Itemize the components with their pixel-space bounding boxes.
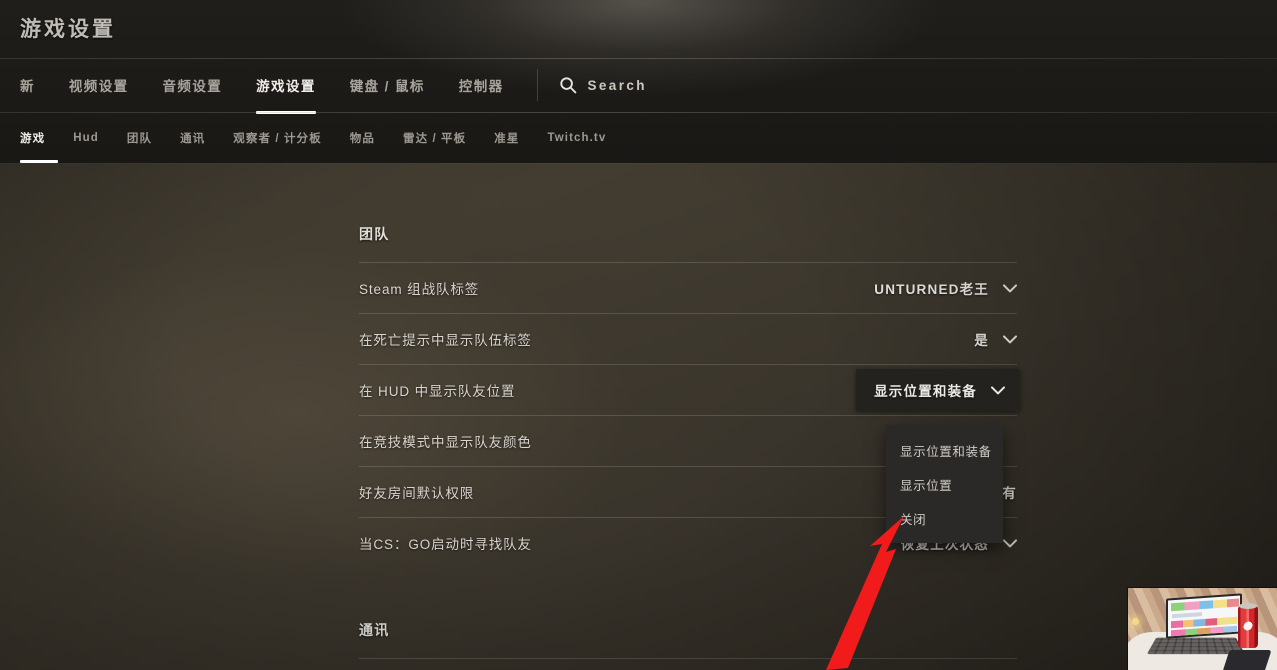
nav-divider xyxy=(536,69,538,101)
row-separator xyxy=(359,658,1017,659)
setting-label: 好友房间默认权限 xyxy=(359,486,475,501)
dropdown-menu-show-teammate-position-hud[interactable]: 显示位置和装备 显示位置 关闭 xyxy=(886,425,1003,543)
header-zone: 游戏设置 新 视频设置 音频设置 游戏设置 键盘 / 鼠标 控制器 Search xyxy=(0,0,1277,164)
setting-dropdown-steam-clan-tag[interactable]: UNTURNED老王 xyxy=(874,278,1017,298)
main-nav: 新 视频设置 音频设置 游戏设置 键盘 / 鼠标 控制器 Search xyxy=(0,58,1277,114)
subnav-item-crosshair[interactable]: 准星 xyxy=(480,112,533,163)
setting-dropdown-show-team-tag-death-notice[interactable]: 是 xyxy=(974,329,1017,349)
dropdown-option-show-position-and-equipment[interactable]: 显示位置和装备 xyxy=(886,433,1003,467)
content-zone: 团队 Steam 组战队标签 UNTURNED老王 在死亡提示中显示队伍标签 是… xyxy=(0,164,1277,670)
subnav-item-communication[interactable]: 通讯 xyxy=(166,112,219,163)
search-icon xyxy=(559,76,577,94)
subnav-item-team[interactable]: 团队 xyxy=(113,112,166,163)
section-title-team: 团队 xyxy=(359,226,390,242)
setting-label: 在死亡提示中显示队伍标签 xyxy=(359,333,532,348)
setting-row-steam-clan-tag[interactable]: Steam 组战队标签 UNTURNED老王 xyxy=(359,263,1017,313)
chevron-down-icon xyxy=(991,385,1005,395)
subnav-item-spectator-scoreboard[interactable]: 观察者 / 计分板 xyxy=(219,112,336,163)
setting-value: UNTURNED老王 xyxy=(874,282,989,297)
setting-label: 当CS：GO启动时寻找队友 xyxy=(359,537,532,552)
title-bar: 游戏设置 xyxy=(0,0,1277,58)
dropdown-option-show-position[interactable]: 显示位置 xyxy=(886,467,1003,501)
nav-item-audio-settings[interactable]: 音频设置 xyxy=(146,58,240,112)
subnav-item-hud[interactable]: Hud xyxy=(59,112,113,163)
setting-dropdown-show-teammate-position-hud[interactable]: 显示位置和装备 xyxy=(856,369,1020,411)
setting-value: 是 xyxy=(974,333,989,348)
game-settings-window: 游戏设置 新 视频设置 音频设置 游戏设置 键盘 / 鼠标 控制器 Search xyxy=(0,0,1277,670)
dropdown-option-off[interactable]: 关闭 xyxy=(886,501,1003,535)
setting-label: 在竞技模式中显示队友颜色 xyxy=(359,435,532,450)
setting-row-show-teammate-position-hud[interactable]: 在 HUD 中显示队友位置 显示位置和装备 xyxy=(359,365,1020,415)
thumbnail-laptop-screen xyxy=(1166,593,1242,639)
subnav-item-twitch[interactable]: Twitch.tv xyxy=(533,112,620,163)
nav-item-game-settings[interactable]: 游戏设置 xyxy=(239,58,333,114)
setting-label: Steam 组战队标签 xyxy=(359,282,480,297)
sub-nav: 游戏 Hud 团队 通讯 观察者 / 计分板 物品 雷达 / 平板 准星 Twi… xyxy=(0,112,1277,163)
section-title-communication: 通讯 xyxy=(359,622,390,638)
nav-item-video-settings[interactable]: 视频设置 xyxy=(52,58,146,112)
nav-item-new[interactable]: 新 xyxy=(0,58,52,112)
thumbnail-screen-band xyxy=(1172,612,1202,619)
chevron-down-icon xyxy=(1003,283,1017,293)
setting-label: 在 HUD 中显示队友位置 xyxy=(359,384,516,399)
chevron-down-icon xyxy=(1003,538,1017,548)
page-title: 游戏设置 xyxy=(20,18,116,41)
search-button[interactable]: Search xyxy=(551,76,655,94)
nav-item-keyboard-mouse[interactable]: 键盘 / 鼠标 xyxy=(333,58,442,112)
setting-row-show-team-tag-death-notice[interactable]: 在死亡提示中显示队伍标签 是 xyxy=(359,314,1017,364)
overlay-thumbnail-image xyxy=(1128,588,1277,670)
subnav-item-items[interactable]: 物品 xyxy=(336,112,389,163)
nav-item-controller[interactable]: 控制器 xyxy=(442,58,521,112)
search-label: Search xyxy=(587,77,647,93)
chevron-down-icon xyxy=(1003,334,1017,344)
thumbnail-lamp xyxy=(1132,618,1139,625)
subnav-item-game[interactable]: 游戏 xyxy=(0,112,59,163)
thumbnail-screen-band xyxy=(1171,598,1239,612)
subnav-item-radar-tablet[interactable]: 雷达 / 平板 xyxy=(389,112,480,163)
thumbnail-soda-can xyxy=(1238,603,1258,648)
setting-value: 显示位置和装备 xyxy=(874,384,977,399)
thumbnail-phone xyxy=(1222,650,1272,670)
